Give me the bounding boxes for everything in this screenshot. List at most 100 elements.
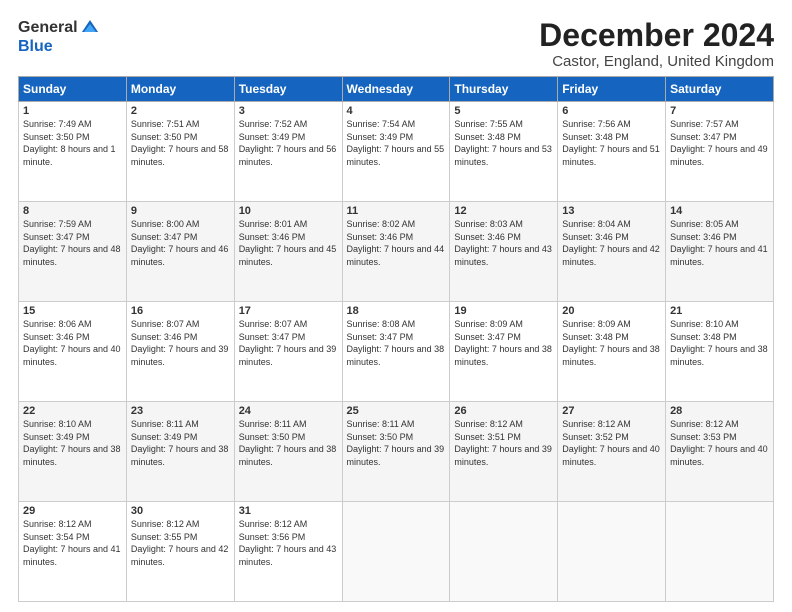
calendar-cell: 24 Sunrise: 8:11 AMSunset: 3:50 PMDayligh… <box>234 402 342 502</box>
day-info: Sunrise: 8:00 AMSunset: 3:47 PMDaylight:… <box>131 219 229 267</box>
day-number: 18 <box>347 305 446 317</box>
day-info: Sunrise: 7:51 AMSunset: 3:50 PMDaylight:… <box>131 119 229 167</box>
day-number: 17 <box>239 305 338 317</box>
calendar-week-3: 15 Sunrise: 8:06 AMSunset: 3:46 PMDayligh… <box>19 302 774 402</box>
day-info: Sunrise: 7:49 AMSunset: 3:50 PMDaylight:… <box>23 119 116 167</box>
day-info: Sunrise: 7:55 AMSunset: 3:48 PMDaylight:… <box>454 119 552 167</box>
day-number: 30 <box>131 505 230 517</box>
day-info: Sunrise: 8:12 AMSunset: 3:51 PMDaylight:… <box>454 419 552 467</box>
month-title: December 2024 <box>539 18 774 53</box>
day-number: 12 <box>454 205 553 217</box>
day-info: Sunrise: 8:08 AMSunset: 3:47 PMDaylight:… <box>347 319 445 367</box>
calendar-cell: 9Sunrise: 8:00 AMSunset: 3:47 PMDaylight… <box>126 202 234 302</box>
day-number: 14 <box>670 205 769 217</box>
calendar-cell: 12 Sunrise: 8:03 AMSunset: 3:46 PMDayligh… <box>450 202 558 302</box>
day-number: 13 <box>562 205 661 217</box>
header-monday: Monday <box>126 77 234 102</box>
day-info: Sunrise: 8:12 AMSunset: 3:54 PMDaylight:… <box>23 519 121 567</box>
day-number: 5 <box>454 105 553 117</box>
day-number: 7 <box>670 105 769 117</box>
calendar-cell: 3 Sunrise: 7:52 AMSunset: 3:49 PMDaylight… <box>234 102 342 202</box>
calendar-cell <box>666 502 774 602</box>
header-thursday: Thursday <box>450 77 558 102</box>
calendar-cell: 5 Sunrise: 7:55 AMSunset: 3:48 PMDaylight… <box>450 102 558 202</box>
calendar-cell: 8 Sunrise: 7:59 AMSunset: 3:47 PMDaylight… <box>19 202 127 302</box>
day-info: Sunrise: 8:12 AMSunset: 3:56 PMDaylight:… <box>239 519 337 567</box>
calendar-week-5: 29 Sunrise: 8:12 AMSunset: 3:54 PMDayligh… <box>19 502 774 602</box>
calendar-cell: 21 Sunrise: 8:10 AMSunset: 3:48 PMDayligh… <box>666 302 774 402</box>
day-number: 29 <box>23 505 122 517</box>
calendar-cell: 18 Sunrise: 8:08 AMSunset: 3:47 PMDayligh… <box>342 302 450 402</box>
day-info: Sunrise: 7:52 AMSunset: 3:49 PMDaylight:… <box>239 119 337 167</box>
calendar-cell: 14Sunrise: 8:05 AMSunset: 3:46 PMDayligh… <box>666 202 774 302</box>
day-info: Sunrise: 7:57 AMSunset: 3:47 PMDaylight:… <box>670 119 768 167</box>
calendar-cell: 30 Sunrise: 8:12 AMSunset: 3:55 PMDayligh… <box>126 502 234 602</box>
calendar-cell <box>342 502 450 602</box>
day-info: Sunrise: 7:54 AMSunset: 3:49 PMDaylight:… <box>347 119 445 167</box>
day-info: Sunrise: 8:11 AMSunset: 3:49 PMDaylight:… <box>131 419 229 467</box>
day-number: 22 <box>23 405 122 417</box>
calendar-cell: 1 Sunrise: 7:49 AMSunset: 3:50 PMDaylight… <box>19 102 127 202</box>
day-number: 19 <box>454 305 553 317</box>
calendar-cell: 19Sunrise: 8:09 AMSunset: 3:47 PMDayligh… <box>450 302 558 402</box>
calendar-table: Sunday Monday Tuesday Wednesday Thursday… <box>18 76 774 602</box>
calendar-cell: 4Sunrise: 7:54 AMSunset: 3:49 PMDaylight… <box>342 102 450 202</box>
calendar-cell: 10 Sunrise: 8:01 AMSunset: 3:46 PMDayligh… <box>234 202 342 302</box>
day-number: 31 <box>239 505 338 517</box>
day-info: Sunrise: 8:07 AMSunset: 3:47 PMDaylight:… <box>239 319 337 367</box>
day-number: 2 <box>131 105 230 117</box>
calendar-cell: 20 Sunrise: 8:09 AMSunset: 3:48 PMDayligh… <box>558 302 666 402</box>
day-number: 15 <box>23 305 122 317</box>
day-number: 8 <box>23 205 122 217</box>
day-info: Sunrise: 8:10 AMSunset: 3:49 PMDaylight:… <box>23 419 121 467</box>
day-number: 25 <box>347 405 446 417</box>
calendar-cell: 15 Sunrise: 8:06 AMSunset: 3:46 PMDayligh… <box>19 302 127 402</box>
calendar-week-2: 8 Sunrise: 7:59 AMSunset: 3:47 PMDaylight… <box>19 202 774 302</box>
calendar-cell: 28Sunrise: 8:12 AMSunset: 3:53 PMDayligh… <box>666 402 774 502</box>
day-number: 10 <box>239 205 338 217</box>
day-info: Sunrise: 8:06 AMSunset: 3:46 PMDaylight:… <box>23 319 121 367</box>
day-info: Sunrise: 8:11 AMSunset: 3:50 PMDaylight:… <box>239 419 337 467</box>
day-info: Sunrise: 8:03 AMSunset: 3:46 PMDaylight:… <box>454 219 552 267</box>
calendar-cell <box>558 502 666 602</box>
day-info: Sunrise: 7:56 AMSunset: 3:48 PMDaylight:… <box>562 119 660 167</box>
calendar-cell: 2 Sunrise: 7:51 AMSunset: 3:50 PMDaylight… <box>126 102 234 202</box>
calendar-cell: 26Sunrise: 8:12 AMSunset: 3:51 PMDayligh… <box>450 402 558 502</box>
day-number: 6 <box>562 105 661 117</box>
day-number: 3 <box>239 105 338 117</box>
day-info: Sunrise: 8:12 AMSunset: 3:55 PMDaylight:… <box>131 519 229 567</box>
calendar-cell: 17 Sunrise: 8:07 AMSunset: 3:47 PMDayligh… <box>234 302 342 402</box>
day-number: 11 <box>347 205 446 217</box>
logo-icon <box>80 18 100 38</box>
day-info: Sunrise: 7:59 AMSunset: 3:47 PMDaylight:… <box>23 219 121 267</box>
calendar-week-1: 1 Sunrise: 7:49 AMSunset: 3:50 PMDaylight… <box>19 102 774 202</box>
page: General Blue December 2024 Castor, Engla… <box>0 0 792 612</box>
calendar-cell: 7 Sunrise: 7:57 AMSunset: 3:47 PMDaylight… <box>666 102 774 202</box>
calendar-cell: 11Sunrise: 8:02 AMSunset: 3:46 PMDayligh… <box>342 202 450 302</box>
day-info: Sunrise: 8:10 AMSunset: 3:48 PMDaylight:… <box>670 319 768 367</box>
day-number: 27 <box>562 405 661 417</box>
calendar-cell: 29 Sunrise: 8:12 AMSunset: 3:54 PMDayligh… <box>19 502 127 602</box>
logo-blue-text: Blue <box>18 38 53 56</box>
day-number: 20 <box>562 305 661 317</box>
calendar-cell: 31 Sunrise: 8:12 AMSunset: 3:56 PMDayligh… <box>234 502 342 602</box>
calendar-cell: 25 Sunrise: 8:11 AMSunset: 3:50 PMDayligh… <box>342 402 450 502</box>
day-number: 24 <box>239 405 338 417</box>
day-number: 16 <box>131 305 230 317</box>
day-info: Sunrise: 8:11 AMSunset: 3:50 PMDaylight:… <box>347 419 445 467</box>
calendar-cell <box>450 502 558 602</box>
calendar-cell: 27Sunrise: 8:12 AMSunset: 3:52 PMDayligh… <box>558 402 666 502</box>
day-number: 1 <box>23 105 122 117</box>
day-number: 21 <box>670 305 769 317</box>
day-info: Sunrise: 8:01 AMSunset: 3:46 PMDaylight:… <box>239 219 337 267</box>
header-sunday: Sunday <box>19 77 127 102</box>
location: Castor, England, United Kingdom <box>539 53 774 70</box>
day-info: Sunrise: 8:07 AMSunset: 3:46 PMDaylight:… <box>131 319 229 367</box>
header-saturday: Saturday <box>666 77 774 102</box>
header-tuesday: Tuesday <box>234 77 342 102</box>
logo-general-text: General <box>18 19 78 37</box>
calendar-cell: 22 Sunrise: 8:10 AMSunset: 3:49 PMDayligh… <box>19 402 127 502</box>
header-wednesday: Wednesday <box>342 77 450 102</box>
day-info: Sunrise: 8:09 AMSunset: 3:48 PMDaylight:… <box>562 319 660 367</box>
calendar-cell: 23Sunrise: 8:11 AMSunset: 3:49 PMDayligh… <box>126 402 234 502</box>
